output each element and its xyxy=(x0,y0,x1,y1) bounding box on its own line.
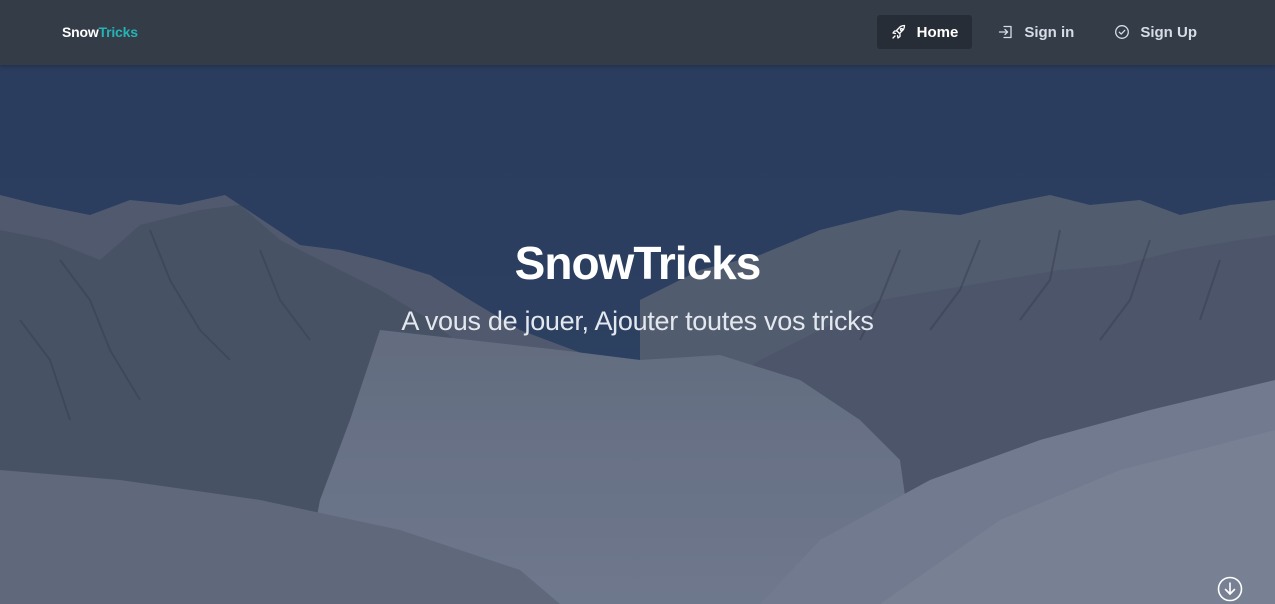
nav-item-home[interactable]: Home xyxy=(876,15,973,49)
nav-item-sign-in[interactable]: Sign in xyxy=(984,15,1088,49)
nav-label-sign-up: Sign Up xyxy=(1140,23,1197,41)
nav-label-sign-in: Sign in xyxy=(1024,23,1075,41)
hero-subtitle: A vous de jouer, Ajouter toutes vos tric… xyxy=(401,306,874,336)
nav-label-home: Home xyxy=(916,23,959,41)
brand-text-tricks: Tricks xyxy=(98,24,138,40)
top-navbar: SnowTricks Home Sign in Sign Up xyxy=(0,0,1275,65)
nav-item-sign-up[interactable]: Sign Up xyxy=(1100,15,1211,49)
sign-in-icon xyxy=(998,24,1014,40)
mountain-background-image xyxy=(0,0,1275,604)
hero-title: SnowTricks xyxy=(514,237,762,289)
hero-section xyxy=(0,0,1275,604)
rocket-icon xyxy=(891,24,907,40)
arrow-down-circle-icon[interactable] xyxy=(1217,576,1243,602)
brand-logo[interactable]: SnowTricks xyxy=(62,24,138,40)
check-circle-icon xyxy=(1114,24,1130,40)
brand-text-snow: Snow xyxy=(62,24,99,40)
nav-menu: Home Sign in Sign Up xyxy=(876,15,1211,49)
